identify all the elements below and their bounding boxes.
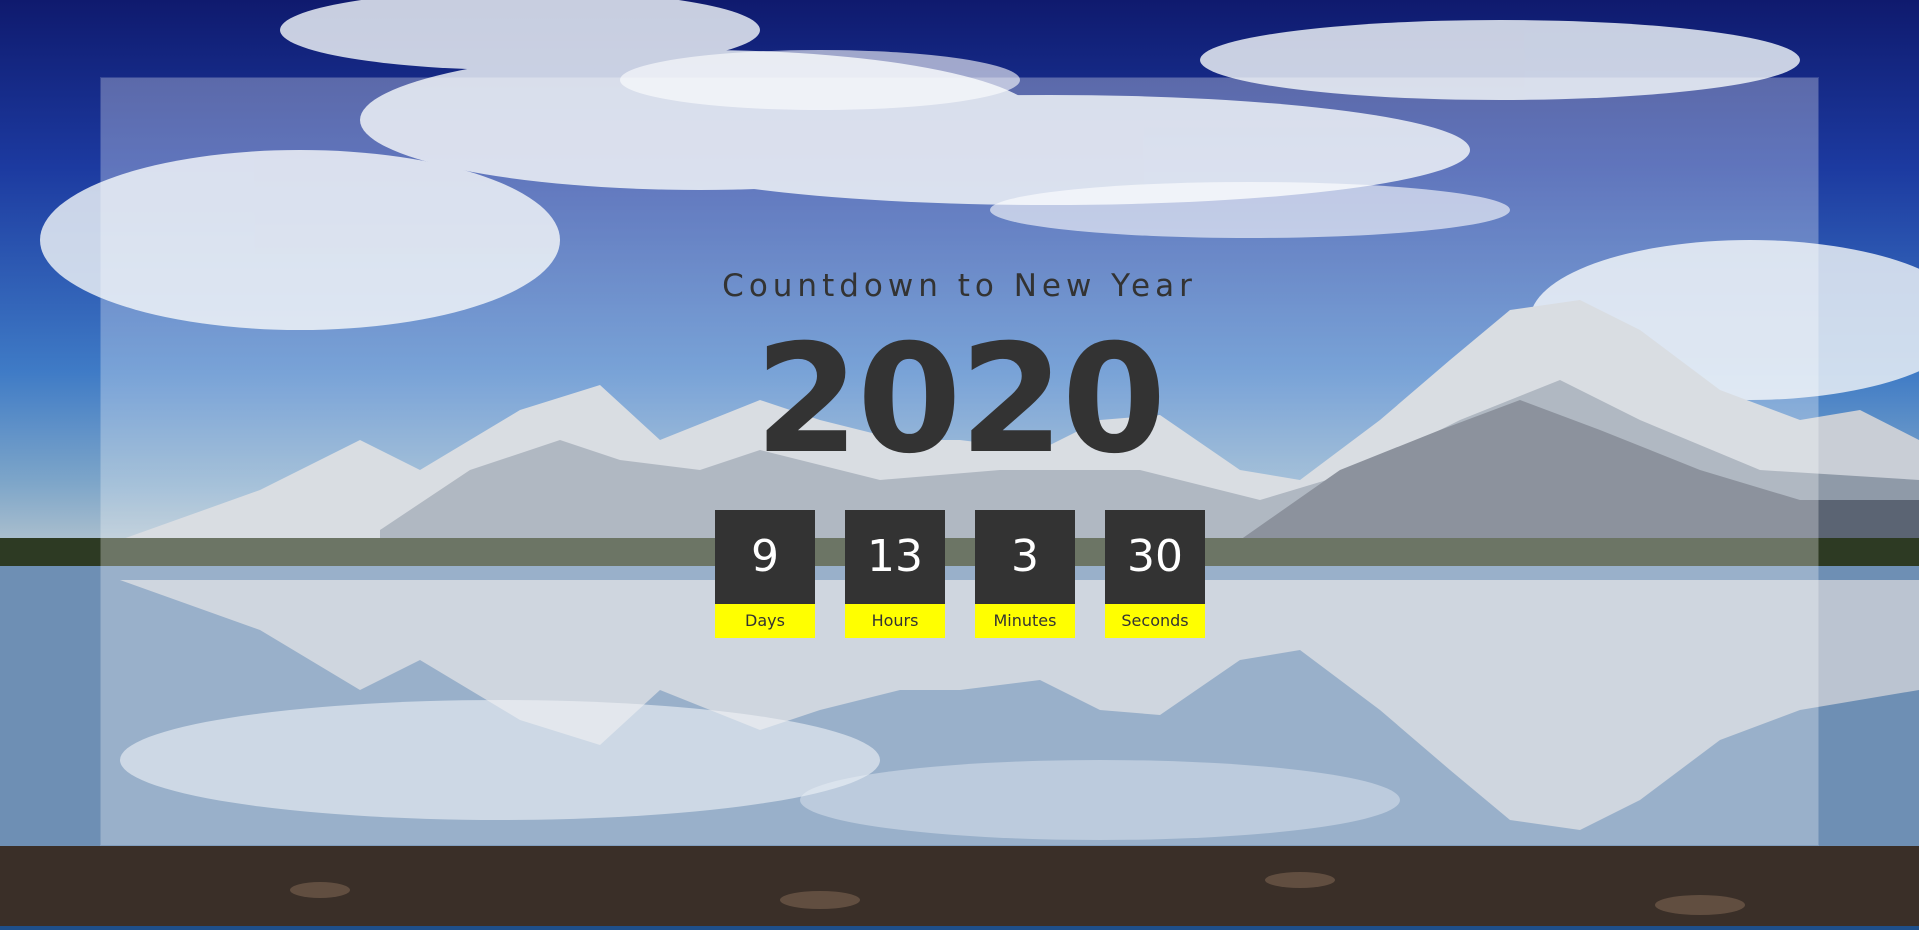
days-label: Days: [715, 604, 815, 638]
seconds-label: Seconds: [1105, 604, 1205, 638]
countdown-seconds: 30 Seconds: [1105, 510, 1205, 638]
seconds-value: 30: [1105, 510, 1205, 604]
hours-value: 13: [845, 510, 945, 604]
days-value: 9: [715, 510, 815, 604]
countdown-subtitle: Countdown to New Year: [722, 268, 1197, 304]
bottom-edge-bar: [0, 926, 1919, 930]
countdown-content: Countdown to New Year 2020 9 Days 13 Hou…: [0, 0, 1919, 930]
countdown-minutes: 3 Minutes: [975, 510, 1075, 638]
countdown-timer: 9 Days 13 Hours 3 Minutes 30 Seconds: [715, 510, 1205, 638]
countdown-hours: 13 Hours: [845, 510, 945, 638]
minutes-label: Minutes: [975, 604, 1075, 638]
countdown-days: 9 Days: [715, 510, 815, 638]
hours-label: Hours: [845, 604, 945, 638]
target-year: 2020: [754, 313, 1166, 487]
minutes-value: 3: [975, 510, 1075, 604]
